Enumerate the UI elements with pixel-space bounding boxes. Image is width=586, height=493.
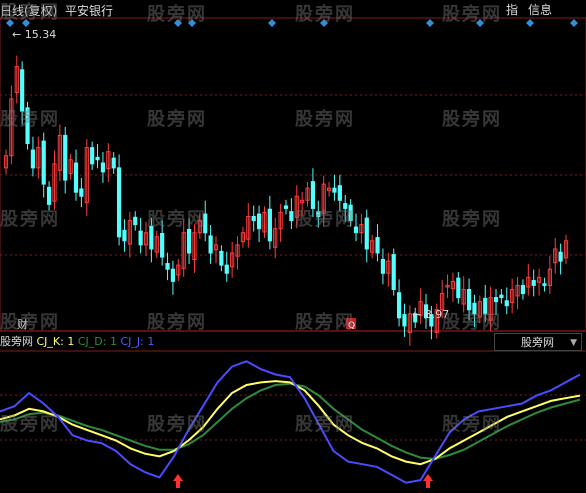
candle-body xyxy=(63,134,68,181)
event-diamond-marker xyxy=(188,19,196,27)
candle-body xyxy=(466,288,472,311)
event-diamond-marker xyxy=(174,19,182,27)
event-diamond-marker xyxy=(476,19,484,27)
candle-body xyxy=(558,251,563,262)
candle-body xyxy=(46,186,52,205)
k-legend: CJ_K: 1 xyxy=(36,335,75,348)
indicator-button[interactable]: 指 xyxy=(506,2,518,18)
candle-body xyxy=(73,162,79,193)
candle-body xyxy=(483,297,488,315)
candle-body xyxy=(186,228,192,254)
candle-body xyxy=(256,213,262,230)
candle-body xyxy=(267,208,272,242)
stock-name: 平安银行 xyxy=(65,4,114,18)
candle-body xyxy=(337,185,342,201)
candle-body xyxy=(348,204,353,222)
event-diamond-marker xyxy=(6,19,14,27)
candle-body xyxy=(30,149,36,169)
kdj-j-line xyxy=(0,360,581,484)
d-legend: CJ_D: 1 xyxy=(77,335,117,348)
info-button[interactable]: 信息 xyxy=(528,2,552,18)
candle-body xyxy=(170,268,176,282)
dropdown-label: 股旁网 xyxy=(521,336,554,349)
candle-body xyxy=(493,297,499,303)
candle-body xyxy=(79,188,84,197)
candle-body xyxy=(456,277,461,299)
candle-body xyxy=(138,230,143,246)
buy-arrow-icon xyxy=(173,474,183,488)
chart-canvas: ← 15.34 ← 8.97 财 Q xyxy=(0,17,586,488)
candle-body xyxy=(149,225,154,250)
candle-body xyxy=(402,314,407,327)
candle-body xyxy=(90,147,95,165)
candle-body xyxy=(391,254,396,290)
chart-header: 日线(复权) 平安银行 xyxy=(0,2,113,19)
candle-body xyxy=(472,302,477,315)
candle-body xyxy=(208,235,213,254)
candle-body xyxy=(133,216,138,226)
q-marker: Q xyxy=(348,321,355,331)
candle-body xyxy=(224,264,229,274)
candle-body xyxy=(310,181,316,209)
price-low-label: ← 8.97 xyxy=(412,308,449,321)
candle-body xyxy=(219,250,224,266)
candle-body xyxy=(380,258,386,274)
indicator-legend: 股旁网 CJ_K: 1 CJ_D: 1 CJ_J: 1 xyxy=(0,333,154,349)
event-diamond-marker xyxy=(526,19,534,27)
candle-body xyxy=(375,237,380,254)
event-diamond-marker xyxy=(426,19,434,27)
candle-body xyxy=(111,157,116,169)
candle-body xyxy=(504,300,509,307)
event-diamond-marker xyxy=(268,19,276,27)
candle-body xyxy=(364,217,369,250)
candle-body xyxy=(316,211,321,218)
j-legend: CJ_J: 1 xyxy=(120,335,155,348)
candle-body xyxy=(289,211,294,222)
candle-body xyxy=(542,283,547,286)
event-diamond-marker xyxy=(570,19,578,27)
candle-body xyxy=(165,263,170,270)
candle-body xyxy=(41,140,46,185)
candle-body xyxy=(531,280,536,286)
indicator-dropdown[interactable]: 股旁网 ▼ xyxy=(494,333,582,351)
buy-arrow-icon xyxy=(423,474,433,488)
candle-body xyxy=(520,284,526,295)
indicator-name: 股旁网 xyxy=(0,335,33,348)
candle-body xyxy=(353,226,359,234)
candle-body xyxy=(343,203,348,209)
candle-body xyxy=(160,233,165,258)
kdj-k-line xyxy=(0,380,581,466)
candle-body xyxy=(283,205,289,209)
event-diamond-marker xyxy=(22,19,30,27)
price-high-label: ← 15.34 xyxy=(12,28,56,41)
candle-body xyxy=(396,292,402,319)
chevron-down-icon: ▼ xyxy=(570,338,577,348)
candle-body xyxy=(100,162,106,173)
candle-body xyxy=(25,107,30,145)
period-label[interactable]: 日线(复权) xyxy=(0,4,57,18)
candle-body xyxy=(122,229,127,242)
candle-body xyxy=(20,69,25,112)
candle-body xyxy=(499,294,504,299)
candle-body xyxy=(251,216,256,222)
event-diamond-marker xyxy=(320,19,328,27)
candle-body xyxy=(203,213,208,234)
candle-body xyxy=(95,156,100,161)
finance-marker: 财 xyxy=(17,317,28,331)
candle-body xyxy=(332,187,337,193)
candle-body xyxy=(116,167,122,238)
